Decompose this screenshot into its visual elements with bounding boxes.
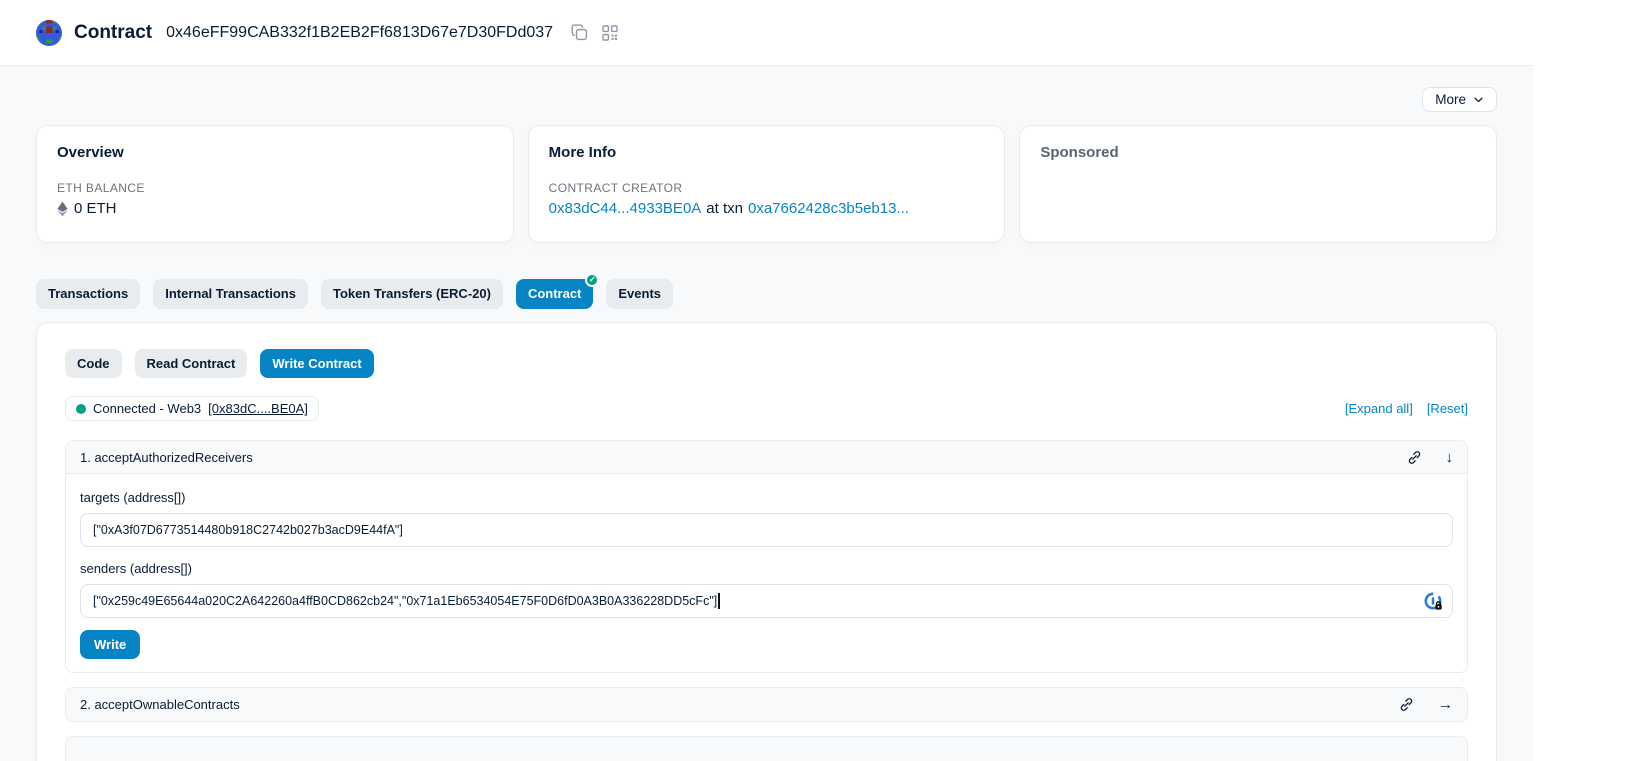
copy-icon	[571, 24, 588, 41]
qr-code-button[interactable]	[602, 25, 618, 41]
page-title: Contract	[74, 22, 152, 44]
tab-events[interactable]: Events	[606, 279, 673, 309]
tab-contract-label: Contract	[528, 286, 581, 302]
info-cards: Overview ETH BALANCE 0 ETH More Info CON…	[36, 125, 1497, 243]
wallet-status-pill: Connected - Web3 [0x83dC....BE0A]	[65, 396, 319, 421]
more-button[interactable]: More	[1422, 87, 1497, 112]
creator-connector-text: at txn	[706, 200, 743, 217]
verified-check-icon: ✓	[585, 273, 599, 287]
overview-card: Overview ETH BALANCE 0 ETH	[36, 125, 514, 243]
eth-balance-value: 0 ETH	[74, 200, 117, 217]
connected-status-text: Connected - Web3	[93, 401, 201, 416]
expand-arrow-icon: →	[1438, 697, 1453, 712]
tab-transactions[interactable]: Transactions	[36, 279, 140, 309]
senders-input[interactable]: ["0x259c49E65644a020C2A642260a4ffB0CD862…	[80, 584, 1453, 618]
contract-panel: Code Read Contract Write Contract Connec…	[36, 322, 1497, 761]
more-info-card-title: More Info	[549, 144, 985, 161]
chevron-down-icon	[1473, 94, 1484, 105]
contract-address: 0x46eFF99CAB332f1B2EB2Ff6813D67e7D30FDd0…	[166, 24, 553, 42]
senders-field-label: senders (address[])	[80, 561, 1453, 576]
eth-icon	[57, 201, 68, 217]
tab-internal-transactions[interactable]: Internal Transactions	[153, 279, 308, 309]
sponsored-card: Sponsored	[1019, 125, 1497, 243]
function-name: 1. acceptAuthorizedReceivers	[80, 450, 253, 465]
more-info-card: More Info CONTRACT CREATOR 0x83dC44...49…	[528, 125, 1006, 243]
text-cursor	[718, 593, 720, 609]
function-header[interactable]: 1. acceptAuthorizedReceivers ↓	[66, 441, 1467, 474]
function-item-partial[interactable]	[65, 736, 1468, 761]
function-item-acceptAuthorizedReceivers: 1. acceptAuthorizedReceivers ↓ targets (…	[65, 440, 1468, 673]
sponsored-card-title: Sponsored	[1040, 144, 1476, 161]
contract-creator-label: CONTRACT CREATOR	[549, 181, 985, 195]
write-button[interactable]: Write	[80, 630, 140, 659]
targets-field-label: targets (address[])	[80, 490, 1453, 505]
contract-avatar	[36, 20, 62, 46]
function-body: targets (address[]) ["0xA3f07D6773514480…	[66, 474, 1467, 672]
subtab-code[interactable]: Code	[65, 349, 122, 379]
reset-link[interactable]: [Reset]	[1427, 401, 1468, 416]
eth-balance-label: ETH BALANCE	[57, 181, 493, 195]
password-manager-icon[interactable]	[1424, 592, 1444, 615]
more-button-label: More	[1435, 92, 1466, 107]
function-name: 2. acceptOwnableContracts	[80, 697, 240, 712]
connect-row: Connected - Web3 [0x83dC....BE0A] [Expan…	[65, 396, 1468, 421]
targets-input-value: ["0xA3f07D6773514480b918C2742b027b3acD9E…	[93, 523, 403, 537]
qr-code-icon	[602, 25, 618, 41]
connected-address-link[interactable]: [0x83dC....BE0A]	[208, 401, 308, 416]
tab-token-transfers[interactable]: Token Transfers (ERC-20)	[321, 279, 503, 309]
expand-all-link[interactable]: [Expand all]	[1345, 401, 1413, 416]
contract-subtabs: Code Read Contract Write Contract	[65, 349, 1468, 379]
page: Contract 0x46eFF99CAB332f1B2EB2Ff6813D67…	[0, 0, 1533, 761]
contract-header: Contract 0x46eFF99CAB332f1B2EB2Ff6813D67…	[0, 0, 1533, 66]
function-item-acceptOwnableContracts: 2. acceptOwnableContracts →	[65, 687, 1468, 722]
connected-dot-icon	[76, 404, 86, 414]
copy-address-button[interactable]	[571, 24, 588, 41]
tab-contract[interactable]: Contract ✓	[516, 279, 593, 309]
toolbar-row: More	[36, 66, 1497, 125]
permalink-icon[interactable]	[1399, 697, 1414, 712]
creation-txn-link[interactable]: 0xa7662428c3b5eb13...	[748, 200, 909, 217]
subtab-write-contract[interactable]: Write Contract	[260, 349, 373, 379]
permalink-icon[interactable]	[1407, 450, 1422, 465]
collapse-arrow-icon: ↓	[1446, 450, 1454, 465]
subtab-read-contract[interactable]: Read Contract	[135, 349, 248, 379]
creator-address-link[interactable]: 0x83dC44...4933BE0A	[549, 200, 702, 217]
targets-input[interactable]: ["0xA3f07D6773514480b918C2742b027b3acD9E…	[80, 513, 1453, 547]
senders-input-value: ["0x259c49E65644a020C2A642260a4ffB0CD862…	[93, 594, 717, 608]
overview-card-title: Overview	[57, 144, 493, 161]
function-header[interactable]: 2. acceptOwnableContracts →	[66, 688, 1467, 721]
main-tabs: Transactions Internal Transactions Token…	[36, 279, 1497, 309]
